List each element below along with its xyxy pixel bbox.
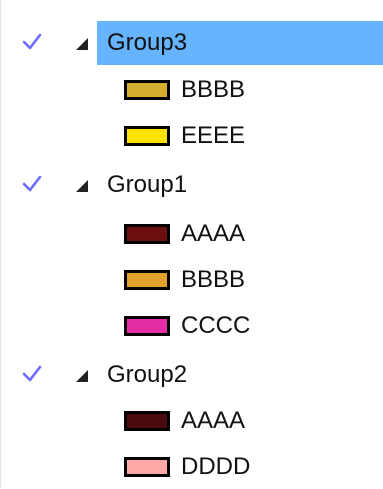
color-swatch xyxy=(124,126,170,146)
item-label: AAAA xyxy=(181,220,246,247)
item-label: BBBB xyxy=(181,266,246,293)
tree-item-row[interactable]: BBBB xyxy=(1,258,383,302)
color-swatch xyxy=(124,316,170,336)
color-swatch xyxy=(124,80,170,100)
color-swatch xyxy=(124,411,170,431)
tree-item-row[interactable]: EEEE xyxy=(1,114,383,158)
tree-item-row[interactable]: CCCC xyxy=(1,304,383,348)
item-label: BBBB xyxy=(181,76,246,103)
tree-item-row[interactable]: BBBB xyxy=(1,68,383,112)
item-label: AAAA xyxy=(181,407,246,434)
color-swatch xyxy=(124,270,170,290)
tree-group-row[interactable]: Group2 xyxy=(1,353,383,397)
group-label: Group2 xyxy=(107,361,188,388)
tree-group-row[interactable]: Group1 xyxy=(1,163,383,207)
color-swatch xyxy=(124,224,170,244)
tree-item-row[interactable]: AAAA xyxy=(1,399,383,443)
checkmark-icon[interactable] xyxy=(21,173,43,195)
item-label: DDDD xyxy=(181,453,251,480)
expanded-triangle-icon[interactable] xyxy=(75,369,89,383)
tree-item-row[interactable]: AAAA xyxy=(1,212,383,256)
group-label: Group1 xyxy=(107,171,188,198)
checkmark-icon[interactable] xyxy=(21,31,43,53)
group-label: Group3 xyxy=(107,29,188,56)
item-label: CCCC xyxy=(181,312,251,339)
tree-item-row[interactable]: DDDD xyxy=(1,445,383,489)
expanded-triangle-icon[interactable] xyxy=(75,179,89,193)
tree-group-row[interactable]: Group3 xyxy=(1,21,383,65)
checkmark-icon[interactable] xyxy=(21,363,43,385)
layer-tree: Group3 BBBB EEEE Group1 AAAA BBBB CCCC G… xyxy=(0,0,383,487)
item-label: EEEE xyxy=(181,122,246,149)
color-swatch xyxy=(124,457,170,477)
expanded-triangle-icon[interactable] xyxy=(75,37,89,51)
